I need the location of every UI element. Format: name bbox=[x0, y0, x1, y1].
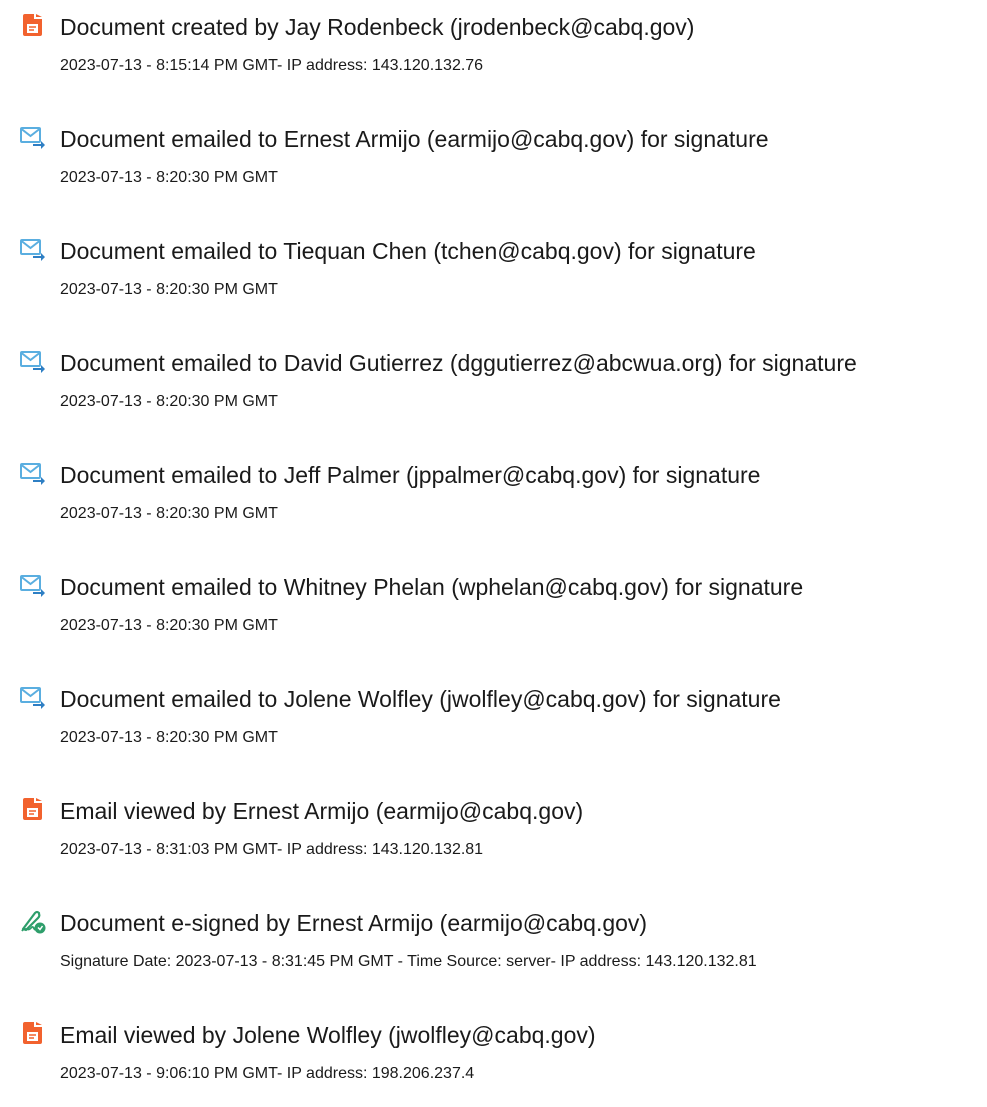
event-detail: Signature Date: 2023-07-13 - 8:31:45 PM … bbox=[60, 953, 757, 970]
event-detail: 2023-07-13 - 9:06:10 PM GMT- IP address:… bbox=[60, 1065, 475, 1082]
event-emailed: Document emailed to David Gutierrez (dgg… bbox=[0, 348, 987, 448]
email-sent-icon bbox=[20, 348, 46, 374]
event-email-viewed: Email viewed by Ernest Armijo (earmijo@c… bbox=[0, 796, 987, 896]
email-sent-icon bbox=[20, 460, 46, 486]
event-title: Document created by Jay Rodenbeck (jrode… bbox=[60, 14, 695, 40]
document-viewed-icon bbox=[20, 1020, 46, 1046]
event-detail: 2023-07-13 - 8:20:30 PM GMT bbox=[60, 617, 278, 634]
event-title: Email viewed by Jolene Wolfley (jwolfley… bbox=[60, 1022, 596, 1048]
event-detail: 2023-07-13 - 8:20:30 PM GMT bbox=[60, 729, 278, 746]
event-title: Document emailed to Jolene Wolfley (jwol… bbox=[60, 686, 781, 712]
email-sent-icon bbox=[20, 572, 46, 598]
event-detail: 2023-07-13 - 8:20:30 PM GMT bbox=[60, 505, 278, 522]
event-title: Document emailed to Ernest Armijo (earmi… bbox=[60, 126, 769, 152]
event-detail: 2023-07-13 - 8:20:30 PM GMT bbox=[60, 393, 278, 410]
event-emailed: Document emailed to Jeff Palmer (jppalme… bbox=[0, 460, 987, 560]
event-title: Document e-signed by Ernest Armijo (earm… bbox=[60, 910, 648, 936]
document-viewed-icon bbox=[20, 796, 46, 822]
event-emailed: Document emailed to Ernest Armijo (earmi… bbox=[0, 124, 987, 224]
event-emailed: Document emailed to Whitney Phelan (wphe… bbox=[0, 572, 987, 672]
event-title: Document emailed to Jeff Palmer (jppalme… bbox=[60, 462, 761, 488]
email-sent-icon bbox=[20, 684, 46, 710]
event-email-viewed: Email viewed by Jolene Wolfley (jwolfley… bbox=[0, 1020, 987, 1107]
document-created-icon bbox=[20, 12, 46, 38]
event-document-created: Document created by Jay Rodenbeck (jrode… bbox=[0, 12, 987, 112]
event-detail: 2023-07-13 - 8:20:30 PM GMT bbox=[60, 169, 278, 186]
event-detail: 2023-07-13 - 8:31:03 PM GMT- IP address:… bbox=[60, 841, 484, 858]
email-sent-icon bbox=[20, 236, 46, 262]
event-title: Email viewed by Ernest Armijo (earmijo@c… bbox=[60, 798, 584, 824]
event-emailed: Document emailed to Tiequan Chen (tchen@… bbox=[0, 236, 987, 336]
email-sent-icon bbox=[20, 124, 46, 150]
event-title: Document emailed to Whitney Phelan (wphe… bbox=[60, 574, 804, 600]
event-title: Document emailed to David Gutierrez (dgg… bbox=[60, 350, 857, 376]
event-emailed: Document emailed to Jolene Wolfley (jwol… bbox=[0, 684, 987, 784]
event-e-signed: Document e-signed by Ernest Armijo (earm… bbox=[0, 908, 987, 1008]
event-title: Document emailed to Tiequan Chen (tchen@… bbox=[60, 238, 756, 264]
e-sign-icon bbox=[20, 908, 46, 934]
audit-event-list: Document created by Jay Rodenbeck (jrode… bbox=[0, 0, 987, 1107]
event-detail: 2023-07-13 - 8:15:14 PM GMT- IP address:… bbox=[60, 57, 484, 74]
event-detail: 2023-07-13 - 8:20:30 PM GMT bbox=[60, 281, 278, 298]
